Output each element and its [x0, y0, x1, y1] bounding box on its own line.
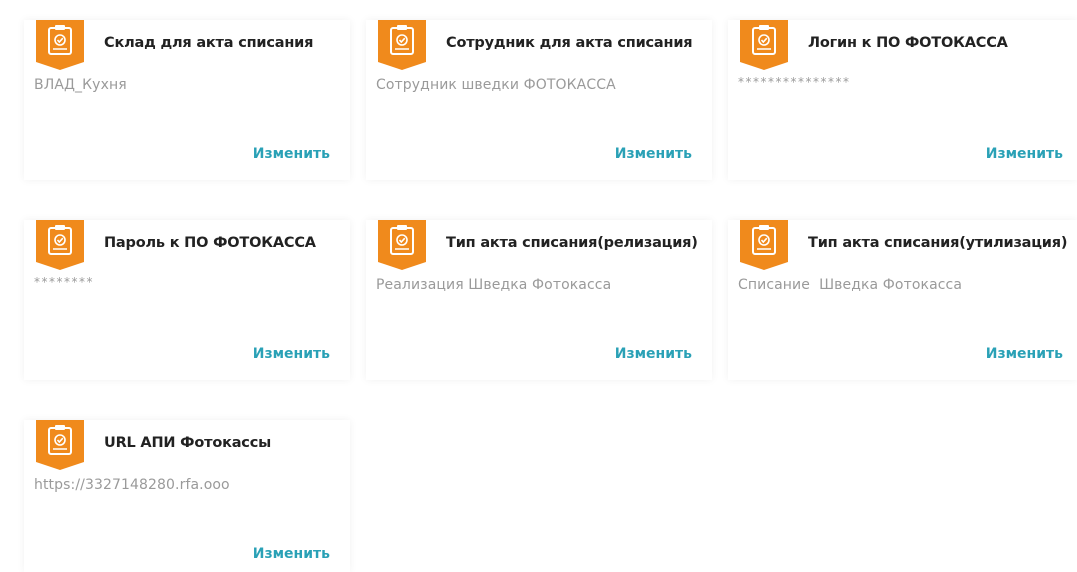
- card-value: ***************: [738, 75, 851, 89]
- clipboard-check-icon: [378, 220, 426, 270]
- card-title: Сотрудник для акта списания: [446, 35, 693, 51]
- edit-link[interactable]: Изменить: [253, 346, 330, 362]
- card-title: Тип акта списания(утилизация): [808, 235, 1068, 251]
- clipboard-check-icon: [36, 20, 84, 70]
- card-value: Списание Шведка Фотокасса: [738, 277, 963, 293]
- card-value: Сотрудник шведки ФОТОКАССА: [376, 77, 616, 93]
- settings-card-api-url: URL АПИ Фотокассы https://3327148280.rfa…: [24, 420, 350, 572]
- edit-link[interactable]: Изменить: [986, 146, 1063, 162]
- edit-link[interactable]: Изменить: [986, 346, 1063, 362]
- settings-card-employee: Сотрудник для акта списания Сотрудник шв…: [366, 20, 712, 180]
- clipboard-check-icon: [740, 220, 788, 270]
- card-value: https://3327148280.rfa.ooo: [34, 477, 230, 493]
- card-title: Склад для акта списания: [104, 35, 314, 51]
- card-value: Реализация Шведка Фотокасса: [376, 277, 612, 293]
- settings-card-login: Логин к ПО ФОТОКАССА *************** Изм…: [728, 20, 1077, 180]
- edit-link[interactable]: Изменить: [615, 346, 692, 362]
- settings-card-password: Пароль к ПО ФОТОКАССА ******** Изменить: [24, 220, 350, 380]
- settings-card-disposal-type: Тип акта списания(утилизация) Списание Ш…: [728, 220, 1077, 380]
- edit-link[interactable]: Изменить: [253, 146, 330, 162]
- clipboard-check-icon: [740, 20, 788, 70]
- clipboard-check-icon: [36, 420, 84, 470]
- clipboard-check-icon: [36, 220, 84, 270]
- settings-card-warehouse: Склад для акта списания ВЛАД_Кухня Измен…: [24, 20, 350, 180]
- settings-card-sale-type: Тип акта списания(релизация) Реализация …: [366, 220, 712, 380]
- edit-link[interactable]: Изменить: [615, 146, 692, 162]
- card-value: ВЛАД_Кухня: [34, 77, 127, 93]
- card-title: Тип акта списания(релизация): [446, 235, 698, 251]
- card-title: Пароль к ПО ФОТОКАССА: [104, 235, 316, 251]
- card-title: URL АПИ Фотокассы: [104, 435, 272, 451]
- clipboard-check-icon: [378, 20, 426, 70]
- card-value: ********: [34, 275, 94, 289]
- card-title: Логин к ПО ФОТОКАССА: [808, 35, 1008, 51]
- edit-link[interactable]: Изменить: [253, 546, 330, 562]
